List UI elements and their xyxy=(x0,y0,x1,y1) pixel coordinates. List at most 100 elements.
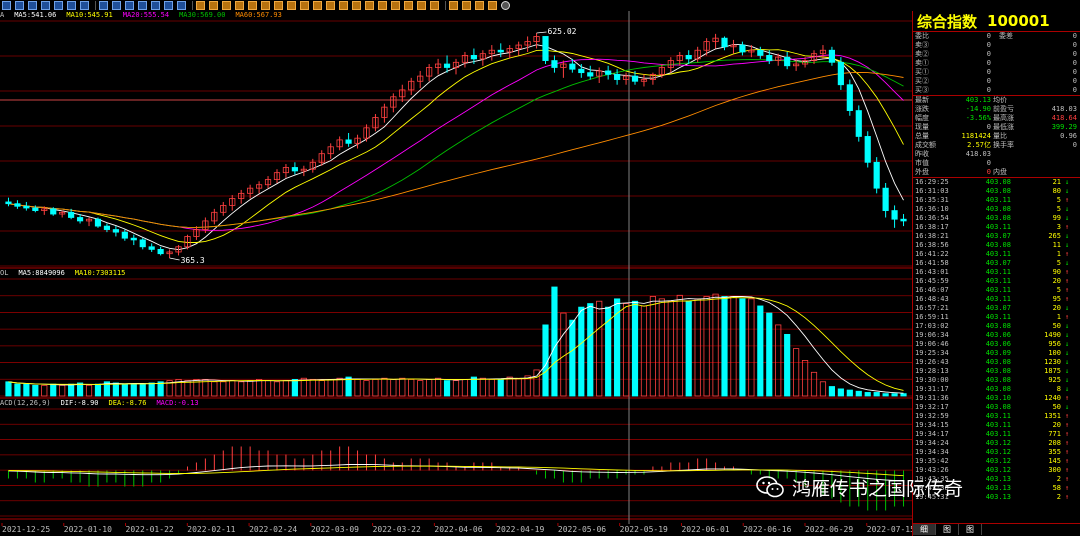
tick-cell: 20 xyxy=(1052,304,1061,312)
legend-item: MA30:569.00 xyxy=(179,11,226,19)
toolbar-icon[interactable] xyxy=(378,1,387,10)
volume-legend: OL MA5:8849096 MA10:7303115 xyxy=(0,269,135,278)
order-cell xyxy=(991,86,1037,95)
kline-chart[interactable]: 625.02 365.3 2021-12-25 2022-01-10 2022-01-2… xyxy=(0,11,912,536)
toolbar-icon[interactable] xyxy=(177,1,186,10)
x-axis-label: 2022-06-01 xyxy=(681,525,729,534)
chart-area[interactable]: 625.02 365.3 2021-12-25 2022-01-10 2022-01-2… xyxy=(0,11,912,536)
volume-bar xyxy=(488,379,495,397)
tick-cell: 19:31:17 xyxy=(915,385,949,393)
panel-tab[interactable]: 图 xyxy=(959,524,982,535)
toolbar-icon[interactable] xyxy=(2,1,11,10)
order-row: 委比 0 委差 0 xyxy=(913,32,1080,41)
candle-body xyxy=(721,37,728,48)
toolbar-icon[interactable] xyxy=(300,1,309,10)
tick-cell: 403.12 xyxy=(985,457,1011,465)
toolbar-icon[interactable] xyxy=(430,1,439,10)
toolbar-icon[interactable] xyxy=(475,1,484,10)
tick-cell: 16:46:07 xyxy=(915,286,949,294)
tick-cell: 403.11 xyxy=(985,430,1011,438)
watermark: 鸿雁传书之国际传奇 xyxy=(756,472,963,502)
stats-cell xyxy=(1031,168,1077,177)
tick-cell: 403.07 xyxy=(985,304,1011,312)
toolbar-icon[interactable] xyxy=(261,1,270,10)
toolbar-icon[interactable] xyxy=(235,1,244,10)
panel-tab[interactable]: 细 xyxy=(913,524,936,535)
toolbar-icon[interactable] xyxy=(54,1,63,10)
tick-row: 19:30:00 403.08 925 ↓ xyxy=(913,376,1080,385)
toolbar-icon[interactable] xyxy=(164,1,173,10)
order-row: 卖② 0 0 xyxy=(913,50,1080,59)
candle-body xyxy=(891,210,898,220)
tick-row: 19:28:13 403.08 1875 ↓ xyxy=(913,367,1080,376)
toolbar-icon[interactable] xyxy=(80,1,89,10)
tick-cell: 403.13 xyxy=(985,484,1011,492)
toolbar-icon[interactable] xyxy=(339,1,348,10)
toolbar-icon[interactable] xyxy=(287,1,296,10)
tick-cell: 5 xyxy=(1056,259,1061,267)
tick-cell: ↓ xyxy=(1064,349,1070,357)
volume-bar xyxy=(443,380,451,397)
volume-bar xyxy=(256,379,263,397)
stats-cell: -3.56% xyxy=(965,114,991,122)
toolbar-icon[interactable] xyxy=(41,1,50,10)
tick-cell: 403.11 xyxy=(985,223,1011,231)
tick-cell: 403.11 xyxy=(985,250,1011,258)
toolbar-icon[interactable] xyxy=(313,1,322,10)
toolbar-icon[interactable] xyxy=(112,1,121,10)
stats-cell: 现量 xyxy=(915,123,929,131)
toolbar-icon[interactable] xyxy=(417,1,426,10)
toolbar-icon[interactable] xyxy=(352,1,361,10)
gear-icon[interactable] xyxy=(501,1,510,10)
toolbar-icon[interactable] xyxy=(28,1,37,10)
stats-cell: 外盘 xyxy=(915,168,929,176)
toolbar-icon[interactable] xyxy=(449,1,458,10)
toolbar-icon[interactable] xyxy=(196,1,205,10)
tick-cell: 403.11 xyxy=(985,421,1011,429)
stats-cell: 最高涨 xyxy=(993,114,1014,122)
volume-bar xyxy=(506,376,513,397)
toolbar-icon[interactable] xyxy=(391,1,400,10)
candle-body xyxy=(497,49,504,53)
toolbar-icon[interactable] xyxy=(365,1,374,10)
stats-row: 涨跌 -14.90 前盈亏 418.03 xyxy=(913,105,1080,114)
toolbar-icon[interactable] xyxy=(248,1,257,10)
candle-body xyxy=(837,61,844,86)
toolbar-icon[interactable] xyxy=(125,1,134,10)
volume-bar xyxy=(14,383,21,397)
toolbar-icon[interactable] xyxy=(326,1,335,10)
candle-body xyxy=(882,187,889,211)
toolbar-icon[interactable] xyxy=(15,1,24,10)
toolbar-icon[interactable] xyxy=(67,1,76,10)
legend-item: ACD(12,26,9) xyxy=(0,399,51,407)
toolbar-icon[interactable] xyxy=(138,1,147,10)
order-row: 卖③ 0 0 xyxy=(913,41,1080,50)
stats-row: 市值 0 xyxy=(913,159,1080,168)
stats-cell: 内盘 xyxy=(993,168,1007,176)
volume-bar xyxy=(148,382,155,397)
panel-tab[interactable]: 图 xyxy=(936,524,959,535)
tick-cell: ↑ xyxy=(1064,475,1070,483)
stats-row: 总量 1181424 量比 0.96 xyxy=(913,132,1080,141)
toolbar-icon[interactable] xyxy=(462,1,471,10)
candle-body xyxy=(864,136,871,163)
tick-cell: 1230 xyxy=(1044,358,1061,366)
tick-row: 19:34:17 403.11 771 ↑ xyxy=(913,430,1080,439)
volume-bar xyxy=(801,360,809,397)
toolbar-icon[interactable] xyxy=(404,1,413,10)
toolbar-icon[interactable] xyxy=(209,1,218,10)
volume-bar xyxy=(784,333,791,397)
tick-row: 19:31:36 403.10 1240 ↑ xyxy=(913,394,1080,403)
toolbar-icon[interactable] xyxy=(222,1,231,10)
candle-body xyxy=(23,205,30,209)
toolbar-icon[interactable] xyxy=(274,1,283,10)
toolbar-icon[interactable] xyxy=(151,1,160,10)
tick-cell: 19:28:13 xyxy=(915,367,949,375)
tick-list[interactable]: 16:29:25 403.08 21 ↓ 16:31:03 403.08 80 ↓ 16:35:… xyxy=(913,178,1080,502)
toolbar-icon[interactable] xyxy=(99,1,108,10)
tick-cell: ↑ xyxy=(1064,430,1070,438)
tick-cell: 771 xyxy=(1048,430,1061,438)
tick-cell: 19:30:00 xyxy=(915,376,949,384)
tick-cell: 16:57:21 xyxy=(915,304,949,312)
toolbar-icon[interactable] xyxy=(488,1,497,10)
